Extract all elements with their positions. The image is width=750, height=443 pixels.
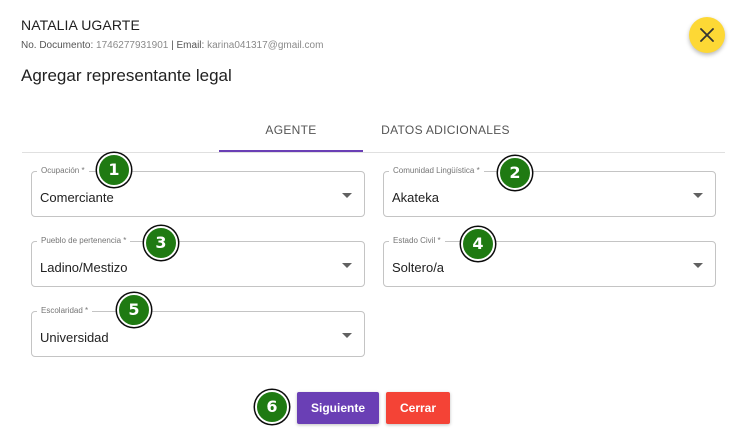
- close-icon: [700, 28, 714, 42]
- pueblo-pertenencia-select[interactable]: Pueblo de pertenencia * Ladino/Mestizo: [31, 236, 365, 287]
- close-dialog-button[interactable]: [689, 17, 725, 53]
- tab-agente[interactable]: AGENTE: [219, 116, 363, 152]
- chevron-down-icon: [342, 263, 352, 268]
- annotation-badge-3: 3: [144, 226, 178, 260]
- pueblo-label: Pueblo de pertenencia *: [37, 236, 131, 246]
- comunidad-linguistica-select[interactable]: Comunidad Lingüística * Akateka: [383, 166, 716, 217]
- separator: |: [168, 40, 177, 51]
- cerrar-button[interactable]: Cerrar: [386, 392, 450, 424]
- chevron-down-icon: [693, 193, 703, 198]
- comunidad-value: Akateka: [392, 190, 439, 205]
- siguiente-button[interactable]: Siguiente: [297, 392, 379, 424]
- email-value: karina041317@gmail.com: [207, 40, 324, 51]
- escolaridad-value: Universidad: [40, 330, 109, 345]
- annotation-badge-1: 1: [97, 153, 131, 187]
- ocupacion-label: Ocupación *: [37, 166, 89, 176]
- ocupacion-value: Comerciante: [40, 190, 114, 205]
- tab-datos-adicionales[interactable]: DATOS ADICIONALES: [368, 116, 523, 151]
- ocupacion-select[interactable]: Ocupación * Comerciante: [31, 166, 365, 217]
- escolaridad-select[interactable]: Escolaridad * Universidad: [31, 306, 365, 357]
- person-name: NATALIA UGARTE: [21, 17, 140, 33]
- doc-label: No. Documento:: [21, 40, 97, 51]
- annotation-badge-2: 2: [498, 156, 532, 190]
- dialog-title: Agregar representante legal: [21, 66, 232, 85]
- chevron-down-icon: [342, 333, 352, 338]
- estado-civil-label: Estado Civil *: [389, 236, 445, 246]
- tab-bar: AGENTE DATOS ADICIONALES: [22, 116, 725, 153]
- email-label: Email:: [176, 40, 208, 51]
- estado-civil-value: Soltero/a: [392, 260, 445, 275]
- estado-civil-select[interactable]: Estado Civil * Soltero/a: [383, 236, 716, 287]
- pueblo-value: Ladino/Mestizo: [40, 260, 128, 275]
- doc-value: 1746277931901: [96, 40, 169, 51]
- chevron-down-icon: [342, 193, 352, 198]
- chevron-down-icon: [693, 263, 703, 268]
- annotation-badge-5: 5: [117, 293, 151, 327]
- escolaridad-label: Escolaridad *: [37, 306, 93, 316]
- annotation-badge-4: 4: [461, 227, 495, 261]
- comunidad-label: Comunidad Lingüística *: [389, 166, 484, 176]
- annotation-badge-6: 6: [255, 390, 289, 424]
- document-email-line: No. Documento: 1746277931901 | Email: ka…: [21, 40, 323, 51]
